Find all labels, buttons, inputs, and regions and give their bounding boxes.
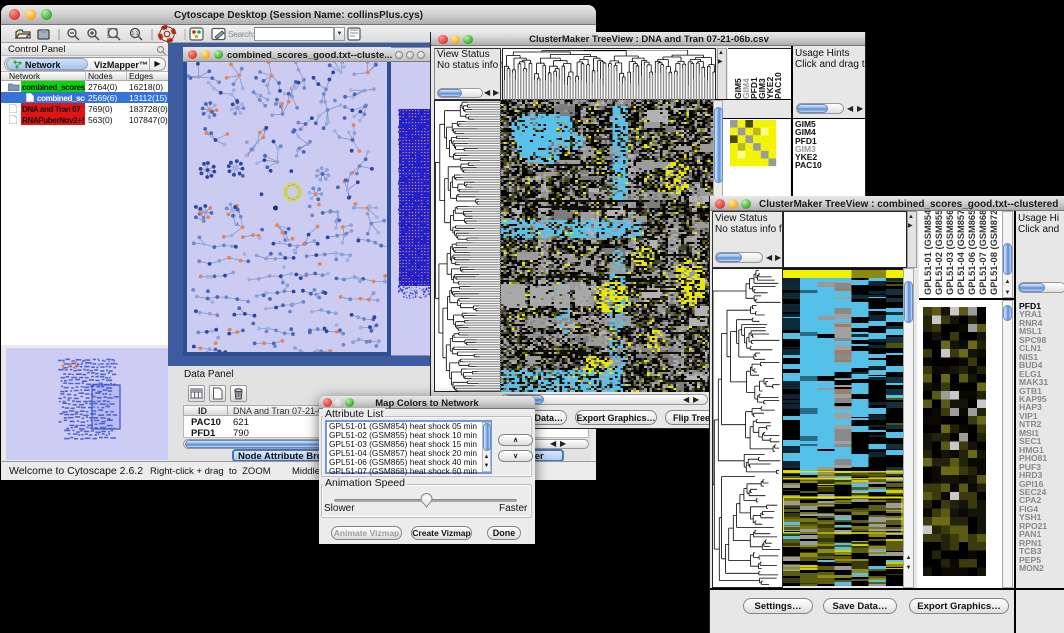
svg-text:1:1: 1:1	[132, 31, 139, 37]
